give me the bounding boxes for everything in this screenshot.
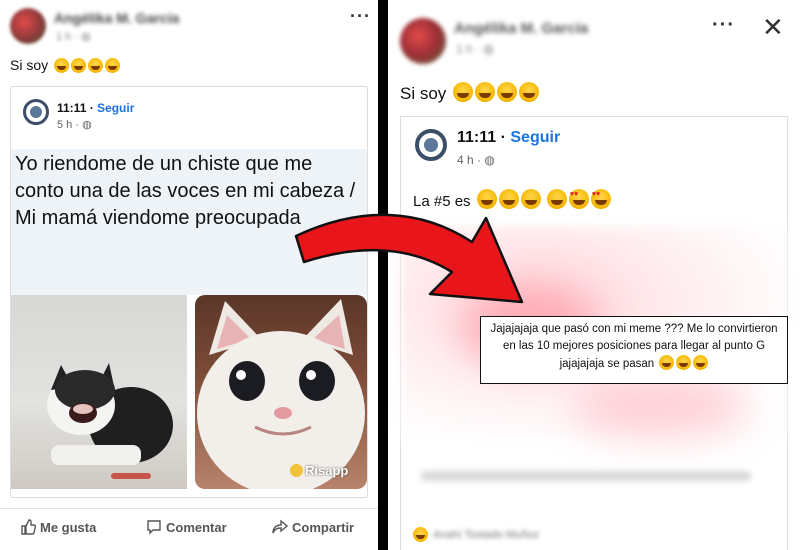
shared-page-header: 11:11 · Seguir [457,129,561,146]
post-time: 1 h · ◍ [56,31,91,43]
more-options-button[interactable]: ··· [712,14,735,37]
post-action-bar: Me gusta Comentar Compartir [0,508,378,548]
risapp-logo-icon [290,464,303,477]
risapp-watermark: Risapp [290,463,348,478]
caption-text: Si soy [400,84,447,103]
laughing-emoji-icon [475,82,496,102]
left-post-panel: Angélika M. García 1 h · ◍ ··· Si soy 11… [0,0,378,550]
laughing-emoji-icon [71,58,87,73]
thumbs-up-icon [21,519,37,535]
laughing-cat-illustration [47,363,173,479]
post-caption: Si soy [10,57,121,73]
author-avatar[interactable] [400,18,446,64]
share-button[interactable]: Compartir [272,519,354,535]
author-avatar[interactable] [10,8,46,44]
blurred-text-line [421,471,751,481]
shared-time-text: 5 h [57,119,73,131]
shared-post-text: La #5 es [413,189,611,210]
author-name[interactable]: Angélika M. García [454,20,588,37]
globe-icon: ◍ [81,31,91,43]
grin-emoji-icon [498,189,519,209]
comparison-collage: Angélika M. García 1 h · ◍ ··· Si soy 11… [0,0,800,550]
shared-post-card[interactable]: 11:11 · Seguir 5 h · ◍ Yo riendome de un… [10,86,368,498]
comment-icon [147,520,161,535]
page-avatar[interactable] [23,99,49,125]
caption-text: Si soy [10,57,49,73]
laughing-emoji-icon [453,82,474,102]
rofl-emoji-icon [693,355,709,370]
author-name[interactable]: Angélika M. García [54,10,179,26]
reaction-row: Anahí Tostado Muñoz [401,521,787,550]
callout-text: Jajajajaja que pasó con mi meme ??? Me l… [490,323,778,370]
share-label: Compartir [292,520,355,535]
grin-emoji-icon [476,189,497,209]
close-icon[interactable]: ✕ [762,12,784,43]
heart-eyes-emoji-icon [568,189,589,209]
laughing-reaction-icon [413,527,428,542]
like-button[interactable]: Me gusta [20,519,96,535]
rofl-emoji-icon [676,355,692,370]
right-post-panel: Angélika M. García 1 h · ◍ ··· ✕ Si soy … [388,0,800,550]
post-caption: Si soy [400,82,540,104]
follow-button[interactable]: Seguir [97,101,134,115]
page-avatar[interactable] [415,129,447,161]
rofl-emoji-icon [105,58,121,73]
shared-time: 4 h · ◍ [457,153,495,167]
comment-callout: Jajajajaja que pasó con mi meme ??? Me l… [480,316,788,384]
smile-emoji-icon [546,189,567,209]
post-time-text: 1 h [456,42,473,56]
post-time-text: 1 h [56,31,72,43]
comment-label: Comentar [166,520,227,535]
follow-button[interactable]: Seguir [510,129,560,146]
watermark-text: Risapp [305,463,349,478]
shared-text: La #5 es [413,193,471,210]
laughing-cat-image[interactable] [11,295,187,489]
globe-icon: ◍ [484,153,495,167]
laughing-emoji-icon [88,58,104,73]
heart-eyes-emoji-icon [590,189,611,209]
shared-time-text: 4 h [457,153,474,167]
shared-time: 5 h · ◍ [57,119,92,131]
crying-cat-illustration [197,299,365,489]
laughing-emoji-icon [54,58,70,73]
meme-text: Yo riendome de un chiste que me conto un… [15,153,356,229]
page-name[interactable]: 11:11 [57,101,86,115]
comment-button[interactable]: Comentar [146,519,227,535]
globe-icon: ◍ [483,42,494,56]
rofl-emoji-icon [497,82,518,102]
globe-icon: ◍ [82,119,92,131]
page-name[interactable]: 11:11 [457,129,496,146]
shared-page-header: 11:11 · Seguir [57,101,135,115]
blurred-image-shape [571,377,751,437]
more-options-button[interactable]: ··· [350,6,371,27]
reactor-name[interactable]: Anahí Tostado Muñoz [433,529,539,541]
rofl-emoji-icon [519,82,540,102]
post-time: 1 h · ◍ [456,42,494,56]
crying-cat-image[interactable] [195,295,367,489]
rofl-emoji-icon [659,355,675,370]
share-icon [272,519,289,534]
like-label: Me gusta [40,520,97,535]
grin-emoji-icon [520,189,541,209]
